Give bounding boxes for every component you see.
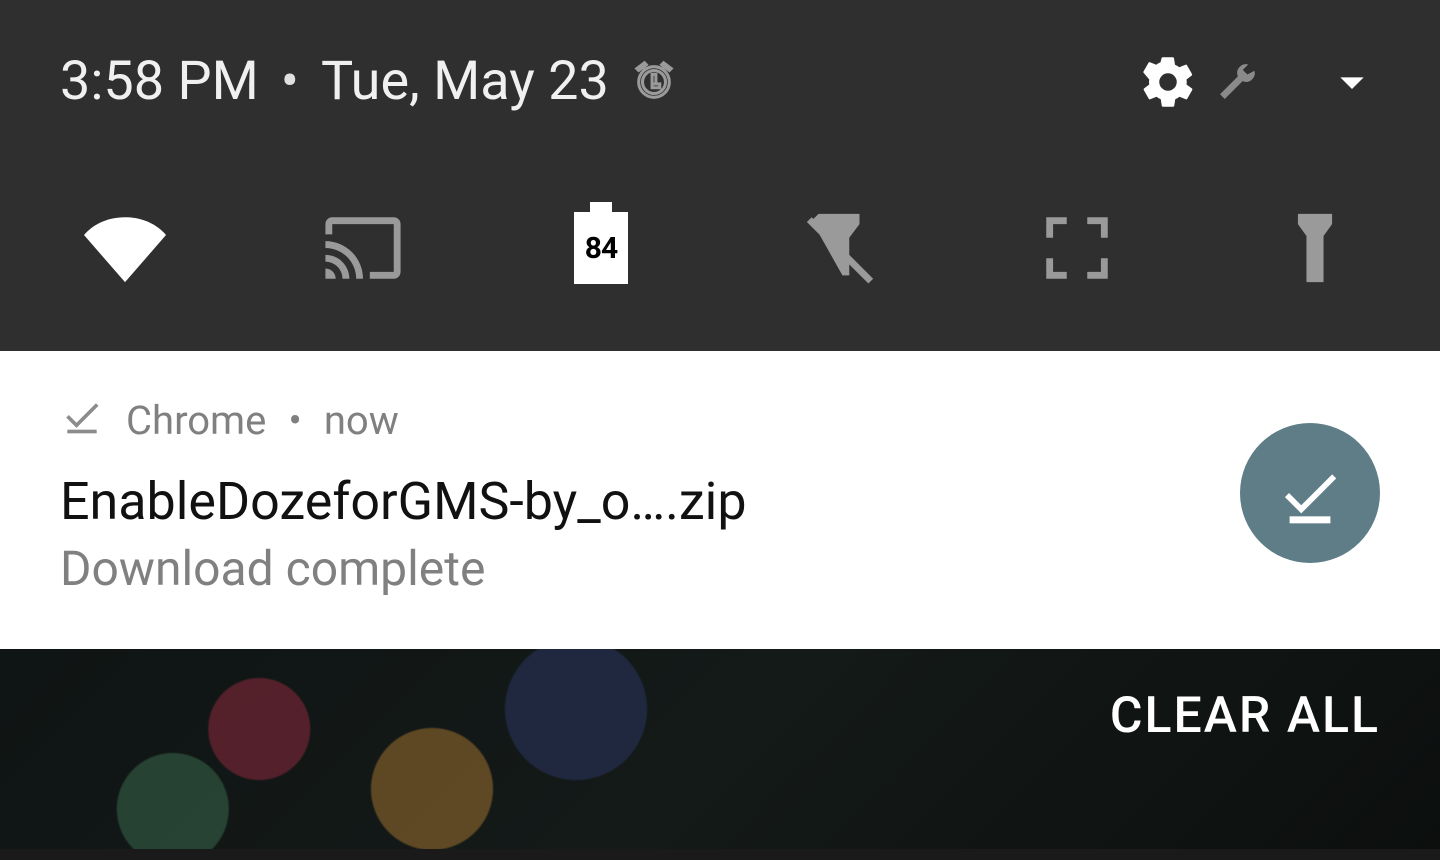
status-left: 3:58 PM • Tue, May 23 <box>60 50 677 113</box>
clear-all-button[interactable]: CLEAR ALL <box>1110 687 1380 745</box>
download-done-small-icon <box>60 393 104 447</box>
status-row: 3:58 PM • Tue, May 23 <box>60 50 1380 113</box>
flashlight-tile[interactable] <box>1270 203 1360 293</box>
flashlight-off-tile[interactable] <box>794 203 884 293</box>
notification-shade: 3:58 PM • Tue, May 23 <box>0 0 1440 351</box>
alarm-icon <box>631 59 677 105</box>
cast-tile[interactable] <box>318 203 408 293</box>
status-date: Tue, May 23 <box>321 50 609 113</box>
chevron-down-icon[interactable] <box>1324 54 1380 110</box>
separator-dot: • <box>281 50 299 113</box>
download-done-icon <box>1275 458 1345 528</box>
wrench-icon[interactable] <box>1216 61 1258 103</box>
quick-settings-tiles: 84 <box>60 203 1380 321</box>
notification-large-icon <box>1240 423 1380 563</box>
clock-time: 3:58 PM <box>60 50 259 113</box>
battery-tile[interactable]: 84 <box>556 203 646 293</box>
battery-percent: 84 <box>574 212 628 284</box>
screenshot-tile[interactable] <box>1032 203 1122 293</box>
wallpaper-area: CLEAR ALL <box>0 649 1440 849</box>
status-right <box>1138 52 1380 112</box>
download-notification[interactable]: Chrome • now EnableDozeforGMS-by_o….zip … <box>0 351 1440 649</box>
settings-gear-icon[interactable] <box>1138 52 1198 112</box>
notification-content: Chrome • now EnableDozeforGMS-by_o….zip … <box>60 393 1240 597</box>
notification-header: Chrome • now <box>60 393 1240 447</box>
notification-subtitle: Download complete <box>60 540 1240 597</box>
separator-dot: • <box>288 397 302 444</box>
wifi-tile[interactable] <box>80 203 170 293</box>
notification-when: now <box>324 397 399 444</box>
battery-icon: 84 <box>574 212 628 284</box>
notification-app-name: Chrome <box>126 397 266 444</box>
notification-title: EnableDozeforGMS-by_o….zip <box>60 471 1240 532</box>
